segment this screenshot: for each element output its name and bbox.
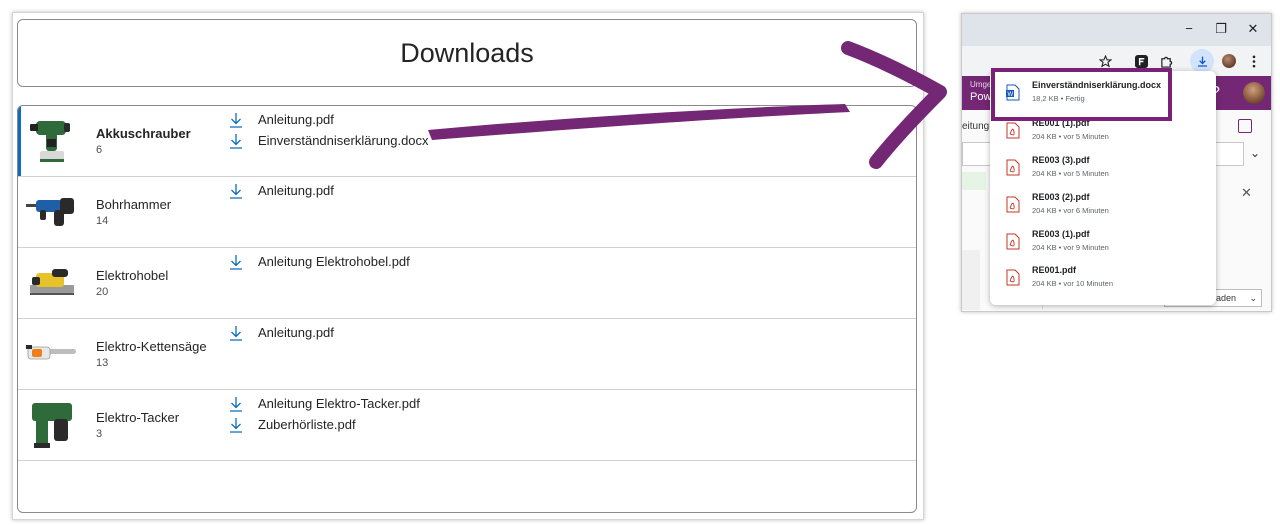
header-small-text: Umge [970, 80, 992, 89]
browser-window: − ❐ ✕ Umge Pow ? eitung ⌄ ✕ rladen⌄ [961, 13, 1272, 312]
planer-icon [26, 257, 78, 309]
background-green-block [962, 172, 986, 190]
drill-icon [26, 115, 78, 167]
download-item[interactable]: RE003 (1).pdf 204 KB • vor 9 Minuten [990, 222, 1216, 258]
download-meta: 204 KB • vor 6 Minuten [1032, 206, 1109, 215]
tool-row-elektro-kettensaege[interactable]: Elektro-Kettensäge 13 Anleitung.pdf [18, 319, 916, 390]
tool-count: 13 [96, 357, 109, 369]
download-item[interactable]: RE003 (3).pdf 204 KB • vor 5 Minuten [990, 148, 1216, 184]
tool-count: 6 [96, 144, 103, 156]
file-name: Anleitung.pdf [258, 325, 334, 340]
close-icon[interactable]: ✕ [1241, 185, 1252, 201]
header-app-name: Pow [970, 91, 992, 103]
tool-count: 20 [96, 286, 109, 298]
tool-row-akkuschrauber[interactable]: Akkuschrauber 6 Anleitung.pdf Einverstän… [18, 106, 916, 177]
file-link[interactable]: Anleitung.pdf [228, 109, 429, 130]
tool-name: Elektrohobel [96, 268, 169, 283]
file-name: Anleitung.pdf [258, 183, 334, 198]
file-link[interactable]: Anleitung Elektro-Tacker.pdf [228, 393, 420, 414]
pdf-file-icon [1006, 159, 1020, 176]
header: Downloads [17, 19, 917, 87]
profile-avatar-icon[interactable] [1220, 52, 1238, 70]
title-bar: − ❐ ✕ [962, 14, 1271, 46]
downloads-app: Downloads Akkuschrauber 6 Anleitung.pdf … [12, 12, 924, 520]
chevron-down-icon[interactable]: ⌄ [1250, 146, 1260, 160]
download-icon [230, 417, 242, 433]
pdf-file-icon [1006, 233, 1020, 250]
download-meta: 204 KB • vor 5 Minuten [1032, 169, 1109, 178]
file-link[interactable]: Einverständniserklärung.docx [228, 130, 429, 151]
download-name: RE003 (2).pdf [1032, 192, 1090, 202]
file-name: Zuberhörliste.pdf [258, 417, 356, 432]
page-title: Downloads [400, 37, 534, 68]
tool-name: Akkuschrauber [96, 126, 191, 141]
tool-list: Akkuschrauber 6 Anleitung.pdf Einverstän… [17, 105, 917, 513]
chevron-down-icon: ⌄ [1249, 293, 1257, 303]
user-avatar[interactable] [1243, 82, 1265, 104]
tool-row-elektro-tacker[interactable]: Elektro-Tacker 3 Anleitung Elektro-Tacke… [18, 390, 916, 461]
tool-count: 3 [96, 428, 103, 440]
download-item[interactable]: RE003 (2).pdf 204 KB • vor 6 Minuten [990, 185, 1216, 221]
file-link[interactable]: Anleitung.pdf [228, 322, 334, 343]
file-name: Anleitung Elektro-Tacker.pdf [258, 396, 420, 411]
download-meta: 204 KB • vor 10 Minuten [1032, 279, 1114, 288]
calendar-icon[interactable] [1238, 119, 1252, 133]
chainsaw-icon [26, 328, 78, 380]
download-icon [230, 396, 242, 412]
downloads-toolbar-icon[interactable] [1190, 49, 1214, 73]
download-name: RE003 (1).pdf [1032, 229, 1090, 239]
download-icon [230, 254, 242, 270]
background-panel [962, 250, 980, 310]
download-meta: 204 KB • vor 5 Minuten [1032, 132, 1109, 141]
tool-name: Bohrhammer [96, 197, 172, 212]
file-name: Anleitung Elektrohobel.pdf [258, 254, 410, 269]
menu-kebab-icon[interactable] [1245, 52, 1263, 70]
hammer-drill-icon [26, 186, 78, 238]
tool-row-bohrhammer[interactable]: Bohrhammer 14 Anleitung.pdf [18, 177, 916, 248]
download-icon [230, 112, 242, 128]
download-item[interactable]: RE001.pdf 204 KB • vor 10 Minuten [990, 258, 1216, 294]
highlight-frame [991, 68, 1172, 121]
tool-name: Elektro-Tacker [96, 410, 180, 425]
download-name: RE001.pdf [1032, 265, 1077, 275]
download-meta: 204 KB • vor 9 Minuten [1032, 243, 1109, 252]
restore-button[interactable]: ❐ [1214, 22, 1228, 36]
stapler-icon [26, 399, 78, 451]
pdf-file-icon [1006, 269, 1020, 286]
tool-row-elektrohobel[interactable]: Elektrohobel 20 Anleitung Elektrohobel.p… [18, 248, 916, 319]
minimize-button[interactable]: − [1182, 22, 1196, 36]
pdf-file-icon [1006, 196, 1020, 213]
file-name: Einverständniserklärung.docx [258, 133, 429, 148]
pdf-file-icon [1006, 122, 1020, 139]
close-button[interactable]: ✕ [1246, 22, 1260, 36]
file-link[interactable]: Anleitung Elektrohobel.pdf [228, 251, 410, 272]
tool-count: 14 [96, 215, 109, 227]
file-link[interactable]: Anleitung.pdf [228, 180, 334, 201]
file-link[interactable]: Zuberhörliste.pdf [228, 414, 420, 435]
download-icon [230, 133, 242, 149]
download-name: RE003 (3).pdf [1032, 155, 1090, 165]
background-text: eitung [962, 121, 990, 132]
tool-name: Elektro-Kettensäge [96, 339, 207, 354]
file-name: Anleitung.pdf [258, 112, 334, 127]
download-icon [230, 183, 242, 199]
download-icon [230, 325, 242, 341]
